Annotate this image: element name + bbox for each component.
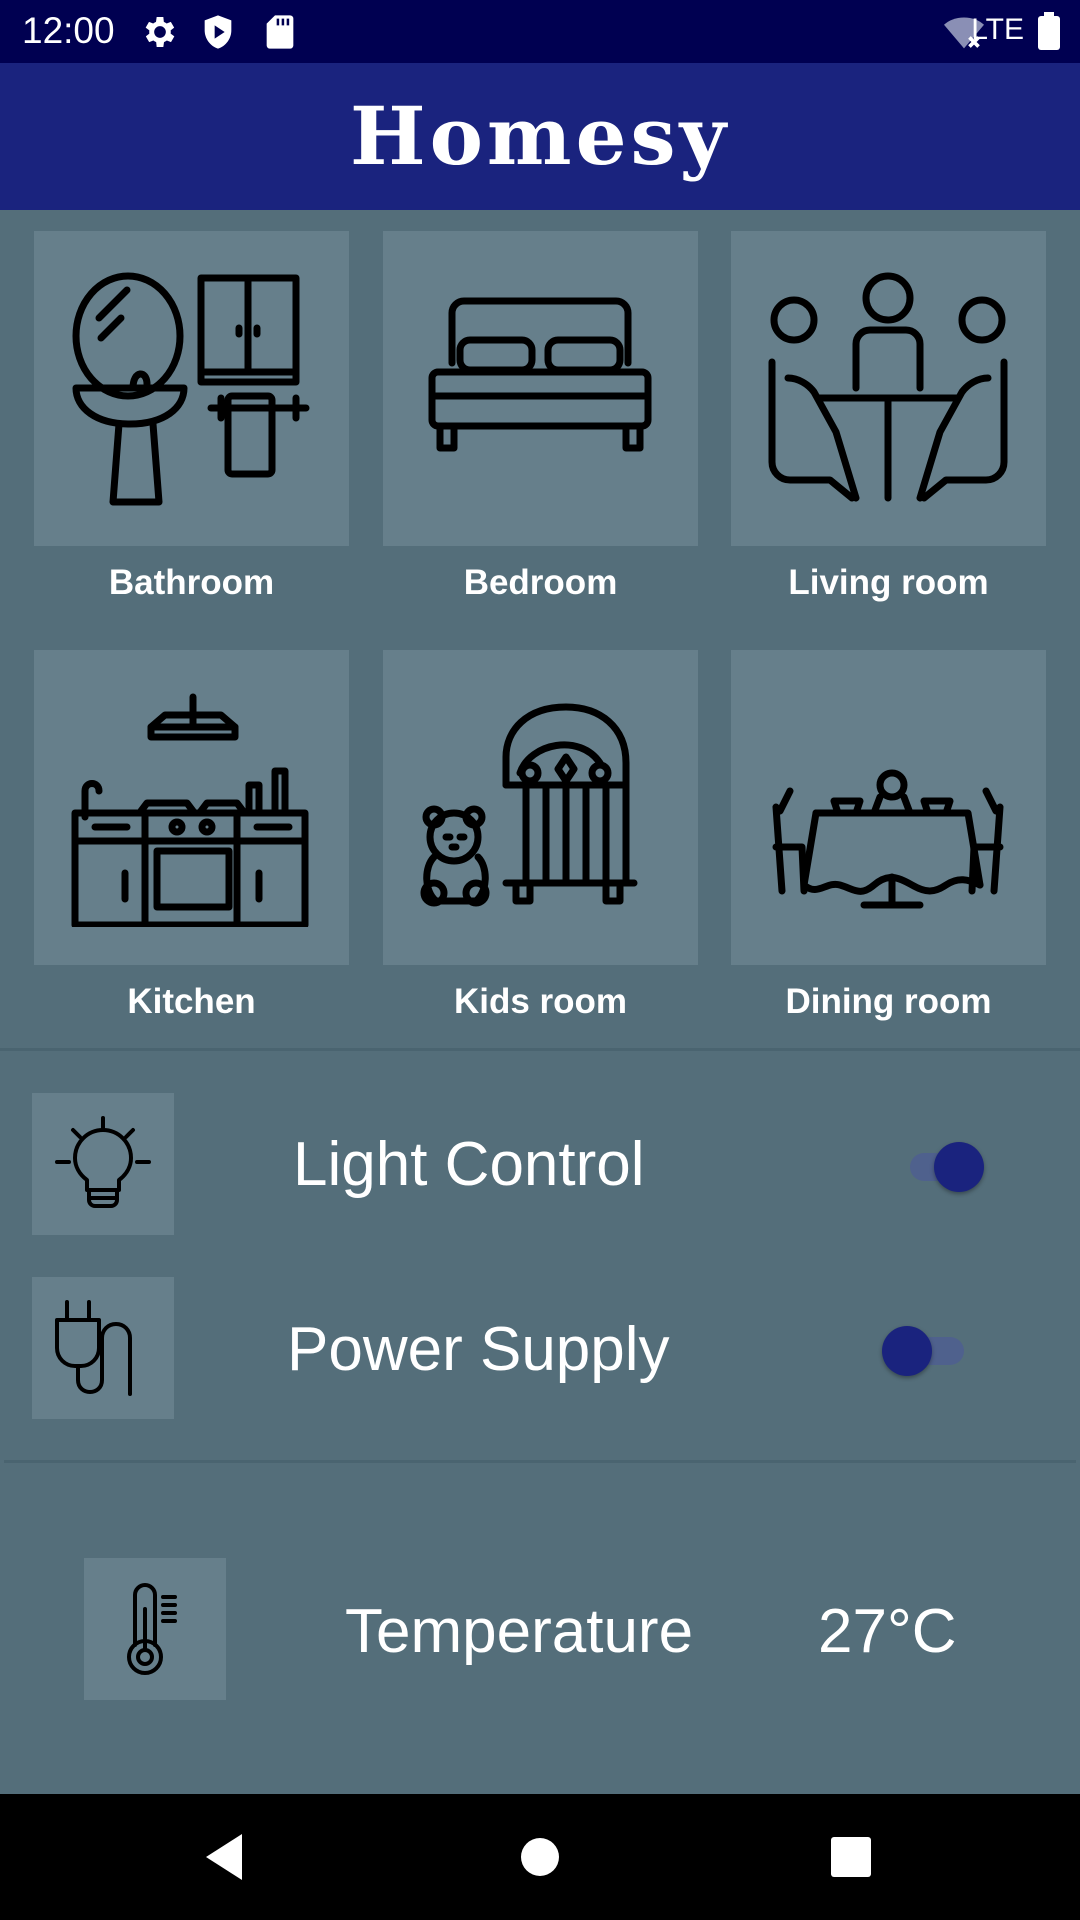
navigation-bar — [0, 1794, 1080, 1920]
home-icon[interactable] — [507, 1824, 573, 1890]
thermometer-icon — [127, 1583, 177, 1675]
room-label-kids-room: Kids room — [453, 982, 628, 1021]
room-label-bedroom: Bedroom — [463, 563, 618, 602]
status-time: 12:00 — [22, 10, 115, 51]
divider — [0, 1048, 1080, 1051]
network-type: LTE — [971, 13, 1024, 46]
power-supply-icon-box — [32, 1277, 174, 1419]
bed-icon — [428, 297, 652, 452]
room-label-bathroom: Bathroom — [108, 563, 275, 602]
living-room-icon — [768, 272, 1008, 502]
bathroom-icon — [72, 272, 310, 506]
status-bar: 12:00 LTE — [0, 0, 1080, 63]
power-plug-icon — [55, 1300, 132, 1396]
back-icon[interactable] — [192, 1824, 258, 1890]
room-tile-dining-room[interactable] — [731, 650, 1046, 965]
divider — [4, 1460, 1076, 1463]
app-bar: Homesy — [0, 63, 1080, 210]
room-tile-kids-room[interactable] — [383, 650, 698, 965]
crib-icon — [420, 703, 638, 907]
app-title: Homesy — [349, 89, 730, 183]
light-bulb-icon — [55, 1116, 151, 1208]
room-tile-bathroom[interactable] — [34, 231, 349, 546]
room-tile-kitchen[interactable] — [34, 650, 349, 965]
temperature-icon-box — [84, 1558, 226, 1700]
temperature-label: Temperature — [345, 1597, 694, 1666]
light-control-icon-box — [32, 1093, 174, 1235]
kitchen-icon — [71, 693, 309, 927]
light-control-toggle[interactable] — [902, 1134, 992, 1194]
room-tile-bedroom[interactable] — [383, 231, 698, 546]
room-label-kitchen: Kitchen — [127, 982, 256, 1021]
shield-icon — [204, 15, 232, 49]
gear-icon — [145, 17, 175, 47]
power-supply-toggle[interactable] — [882, 1318, 972, 1378]
dining-table-icon — [772, 769, 1004, 909]
power-supply-label: Power Supply — [287, 1315, 670, 1384]
room-label-living-room: Living room — [788, 563, 989, 602]
light-control-label: Light Control — [293, 1130, 645, 1199]
room-tile-living-room[interactable] — [731, 231, 1046, 546]
recents-icon[interactable] — [818, 1824, 884, 1890]
room-label-dining-room: Dining room — [785, 982, 992, 1021]
toggle-thumb — [882, 1326, 932, 1376]
temperature-value: 27°C — [818, 1597, 957, 1666]
sd-card-icon — [266, 15, 294, 49]
toggle-thumb — [934, 1142, 984, 1192]
battery-icon — [1038, 12, 1060, 50]
